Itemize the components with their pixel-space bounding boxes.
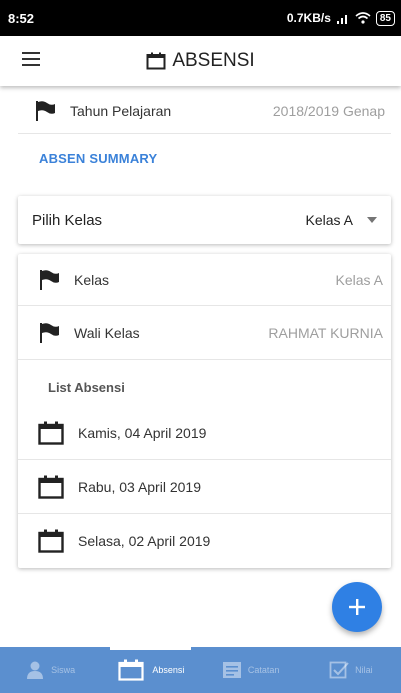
nav-item-catatan[interactable]: Catatan — [201, 647, 301, 693]
list-item[interactable]: Selasa, 02 April 2019 — [18, 514, 391, 568]
person-icon — [27, 661, 44, 679]
kelas-label: Kelas — [74, 271, 110, 288]
list-absensi-header: List Absensi — [48, 380, 125, 395]
page-title: ABSENSI — [0, 50, 401, 72]
nav-label-catatan: Catatan — [247, 665, 280, 675]
active-tab-indicator — [110, 647, 191, 650]
chevron-down-icon — [367, 217, 377, 223]
notes-icon — [222, 662, 241, 678]
status-time: 8:52 — [8, 10, 35, 26]
flag-icon — [40, 269, 59, 290]
nav-item-nilai[interactable]: Nilai — [301, 647, 401, 693]
nav-label-siswa: Siswa — [51, 665, 76, 675]
wifi-icon — [355, 12, 371, 24]
kelas-value: Kelas A — [335, 271, 383, 288]
calendar-icon — [118, 659, 144, 681]
wali-kelas-label: Wali Kelas — [74, 324, 140, 341]
absensi-date: Rabu, 03 April 2019 — [78, 478, 201, 495]
nav-label-nilai: Nilai — [355, 665, 373, 675]
app-bar: ABSENSI — [0, 36, 401, 86]
status-indicators: 0.7KB/s 85 — [286, 10, 395, 26]
class-select-value: Kelas A — [305, 212, 353, 228]
wali-kelas-row: Wali Kelas RAHMAT KURNIA — [18, 306, 391, 360]
nav-label-absensi: Absensi — [152, 665, 185, 675]
nav-item-siswa[interactable]: Siswa — [0, 647, 100, 693]
flag-icon — [40, 322, 59, 343]
class-select-label: Pilih Kelas — [32, 211, 103, 229]
calendar-icon — [38, 475, 64, 499]
signal-icon — [336, 14, 347, 24]
absen-summary-link[interactable]: ABSEN SUMMARY — [39, 151, 157, 166]
status-bar: 8:52 0.7KB/s 85 — [0, 0, 401, 36]
calendar-icon — [38, 529, 64, 553]
absensi-date: Selasa, 02 April 2019 — [78, 533, 211, 549]
class-select[interactable]: Pilih Kelas Kelas A — [18, 196, 391, 244]
plus-icon — [349, 599, 365, 615]
checkbox-icon — [329, 661, 349, 679]
tahun-pelajaran-row: Tahun Pelajaran 2018/2019 Genap — [18, 88, 391, 134]
flag-icon — [36, 100, 55, 121]
battery-indicator: 85 — [375, 10, 395, 26]
app-title-text: ABSENSI — [172, 50, 255, 71]
wali-kelas-value: RAHMAT KURNIA — [268, 324, 383, 341]
absensi-date: Kamis, 04 April 2019 — [78, 424, 207, 441]
network-speed: 0.7KB/s — [286, 11, 331, 25]
tahun-pelajaran-value: 2018/2019 Genap — [272, 102, 385, 119]
class-info-card: Kelas Kelas A Wali Kelas RAHMAT KURNIA L… — [18, 254, 391, 568]
add-absensi-button[interactable] — [332, 582, 382, 632]
calendar-icon — [146, 52, 166, 70]
list-item[interactable]: Rabu, 03 April 2019 — [18, 460, 391, 514]
kelas-row: Kelas Kelas A — [18, 254, 391, 306]
list-item[interactable]: Kamis, 04 April 2019 — [18, 406, 391, 460]
tahun-pelajaran-label: Tahun Pelajaran — [70, 102, 172, 119]
nav-item-absensi[interactable]: Absensi — [100, 647, 200, 693]
bottom-nav: Siswa Absensi Catatan Nilai — [0, 647, 401, 693]
calendar-icon — [38, 421, 64, 445]
